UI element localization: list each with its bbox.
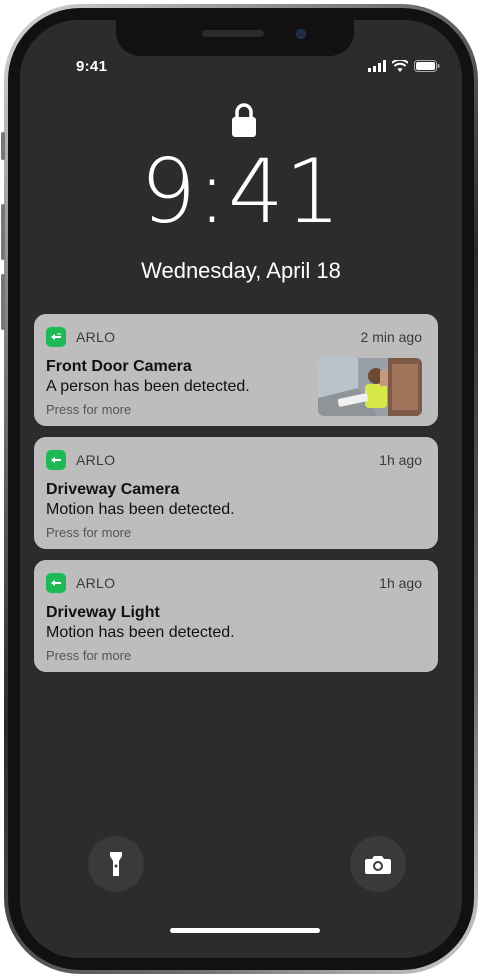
lockscreen-date: Wednesday, April 18 <box>141 258 341 283</box>
arlo-app-icon <box>46 573 66 593</box>
camera-button[interactable] <box>350 836 406 892</box>
status-icons <box>368 60 440 72</box>
notification-body: Motion has been detected. <box>46 501 235 518</box>
home-indicator[interactable] <box>170 928 320 933</box>
notification-app-name: ARLO <box>76 575 116 591</box>
signal-icon <box>368 60 386 72</box>
flashlight-button[interactable] <box>88 836 144 892</box>
notification-more-hint: Press for more <box>46 402 132 417</box>
notification-title: Driveway Camera <box>46 481 180 498</box>
notification-more-hint: Press for more <box>46 525 132 540</box>
lock-icon <box>232 103 256 137</box>
notification-driveway-camera[interactable]: ARLO 1h ago Driveway Camera Motion has b… <box>34 437 438 549</box>
camera-icon <box>365 856 391 874</box>
notification-body: A person has been detected. <box>46 378 250 395</box>
notch <box>116 20 354 56</box>
notification-more-hint: Press for more <box>46 648 132 663</box>
phone-body: 9:41 9:41 Wednesday, April 18 ARLO 2 min… <box>8 8 474 970</box>
volume-up-button <box>1 204 5 260</box>
phone-frame: 9:41 9:41 Wednesday, April 18 ARLO 2 min… <box>4 4 478 974</box>
notification-time: 1h ago <box>379 575 422 591</box>
front-camera-lens <box>296 29 306 39</box>
mute-switch <box>1 132 5 160</box>
battery-icon <box>414 60 440 72</box>
arlo-app-icon <box>46 450 66 470</box>
flashlight-icon <box>110 852 122 876</box>
volume-down-button <box>1 274 5 330</box>
wifi-icon <box>392 60 408 72</box>
status-time: 9:41 <box>76 58 108 75</box>
notification-body: Motion has been detected. <box>46 624 235 641</box>
lock-screen: 9:41 9:41 Wednesday, April 18 ARLO 2 min… <box>20 20 462 958</box>
notification-title: Front Door Camera <box>46 358 192 375</box>
notification-title: Driveway Light <box>46 604 160 621</box>
notification-app-name: ARLO <box>76 452 116 468</box>
notification-app-name: ARLO <box>76 329 116 345</box>
notification-driveway-light[interactable]: ARLO 1h ago Driveway Light Motion has be… <box>34 560 438 672</box>
camera-snapshot-thumbnail[interactable] <box>318 358 422 416</box>
notification-time: 2 min ago <box>360 329 422 345</box>
notification-time: 1h ago <box>379 452 422 468</box>
lockscreen-clock: 9:41 <box>140 140 342 243</box>
speaker-grille <box>202 30 264 37</box>
notification-front-door-camera[interactable]: ARLO 2 min ago Front Door Camera A perso… <box>34 314 438 426</box>
arlo-app-icon <box>46 327 66 347</box>
